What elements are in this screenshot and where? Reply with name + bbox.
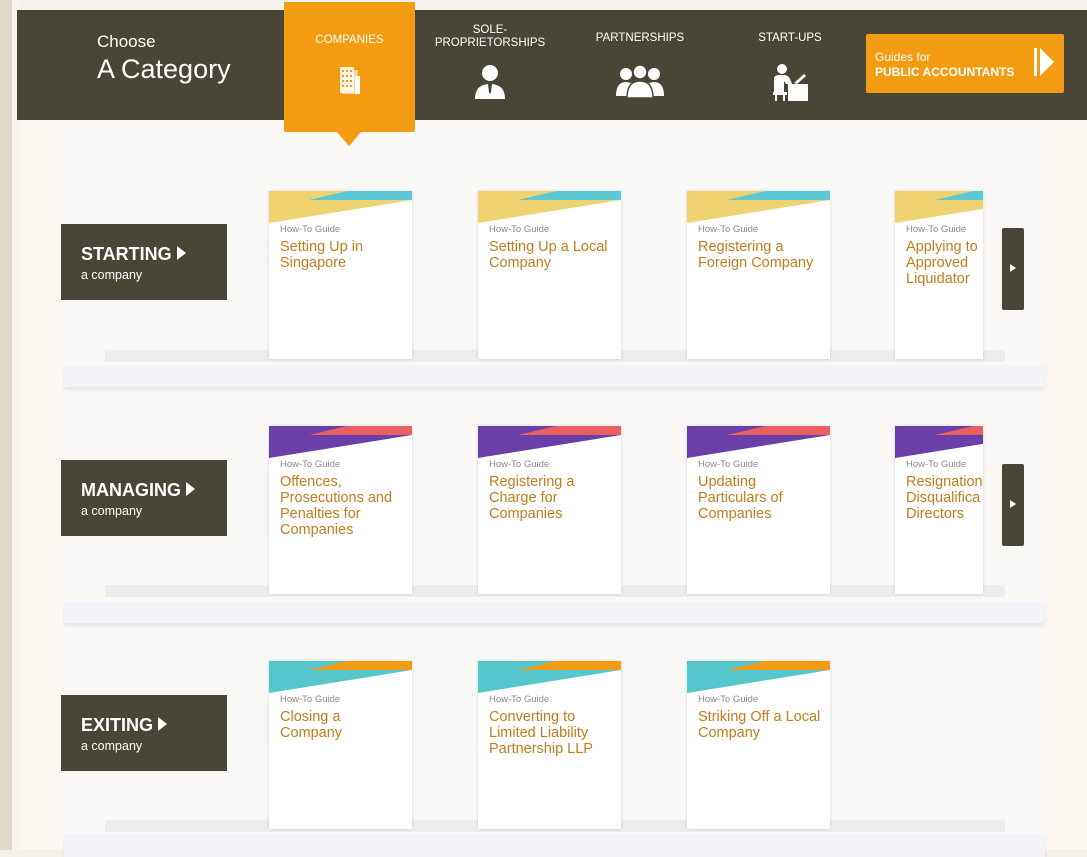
guide-card[interactable]: How-To Guide Setting Up a Local Company xyxy=(478,191,621,359)
play-triangle-icon xyxy=(186,482,195,496)
play-triangle-icon xyxy=(176,246,186,260)
tab-sole-proprietorships[interactable]: SOLE- PROPRIETORSHIPS xyxy=(415,10,565,120)
guide-title: Striking Off a Local Company xyxy=(698,709,821,741)
group-icon xyxy=(616,64,664,105)
pa-button-small-text: Guides for xyxy=(875,50,931,64)
guide-title: Applying to Approved Liquidator xyxy=(906,239,978,287)
tab-start-ups-label: START-UPS xyxy=(758,32,822,44)
shelf-2 xyxy=(64,601,1045,623)
guide-kind: How-To Guide xyxy=(489,459,550,470)
category-header: Choose A Category COMPANIES SOLE- PROPRI… xyxy=(17,2,1087,146)
guide-card[interactable]: How-To Guide Applying to Approved Liquid… xyxy=(895,191,983,359)
tab-start-ups[interactable]: START-UPS xyxy=(715,10,865,120)
card-cap xyxy=(269,191,412,223)
guide-kind: How-To Guide xyxy=(280,224,341,235)
card-cap xyxy=(687,426,830,458)
guide-card[interactable]: How-To Guide Updating Particulars of Com… xyxy=(687,426,830,594)
guide-title: Setting Up a Local Company xyxy=(489,239,608,271)
card-cap xyxy=(895,426,983,458)
guide-title: Converting to Limited Liability Partners… xyxy=(489,709,593,757)
card-cap xyxy=(687,661,830,693)
card-cap xyxy=(269,426,412,458)
tab-sole-proprietorships-label: SOLE- PROPRIETORSHIPS xyxy=(434,24,546,49)
row-exiting-title: EXITING xyxy=(81,715,168,736)
row-starting-next-button[interactable] xyxy=(1002,228,1024,310)
guide-kind: How-To Guide xyxy=(280,459,341,470)
row-starting-button[interactable]: STARTING a company xyxy=(61,224,227,300)
choose-category-heading: Choose A Category xyxy=(97,32,231,85)
guide-kind: How-To Guide xyxy=(906,459,967,470)
row-managing-button[interactable]: MANAGING a company xyxy=(61,460,227,536)
guide-kind: How-To Guide xyxy=(698,224,759,235)
guide-card[interactable]: How-To Guide Converting to Limited Liabi… xyxy=(478,661,621,829)
guide-kind: How-To Guide xyxy=(906,224,967,235)
desk-worker-icon xyxy=(770,62,810,107)
page-top-strip xyxy=(20,0,1087,10)
guide-card[interactable]: How-To Guide Offences, Prosecutions and … xyxy=(269,426,412,594)
shelf-1 xyxy=(64,365,1045,387)
card-cap xyxy=(478,426,621,458)
card-cap xyxy=(478,661,621,693)
public-accountants-guides-button[interactable]: Guides for PUBLIC ACCOUNTANTS xyxy=(866,34,1064,93)
guide-kind: How-To Guide xyxy=(489,694,550,705)
next-arrow-icon xyxy=(1010,264,1016,272)
row-starting-title: STARTING xyxy=(81,244,186,265)
guide-title: Registering a Foreign Company xyxy=(698,239,814,271)
row-managing-next-button[interactable] xyxy=(1002,464,1024,546)
guide-kind: How-To Guide xyxy=(698,694,759,705)
tab-companies[interactable]: COMPANIES xyxy=(284,2,415,146)
shelf-3 xyxy=(64,835,1045,857)
card-cap xyxy=(687,191,830,223)
person-icon xyxy=(473,64,507,105)
row-managing-title: MANAGING xyxy=(81,480,195,501)
guide-title: Resignation Disqualifica Directors xyxy=(906,474,983,522)
guide-title: Offences, Prosecutions and Penalties for… xyxy=(280,474,393,538)
card-cap xyxy=(269,661,412,693)
pa-button-big-text: PUBLIC ACCOUNTANTS xyxy=(875,65,1015,79)
row-exiting-subtitle: a company xyxy=(81,739,143,753)
guide-kind: How-To Guide xyxy=(280,694,341,705)
tab-partnerships[interactable]: PARTNERSHIPS xyxy=(565,10,715,120)
row-exiting-button[interactable]: EXITING a company xyxy=(61,695,227,771)
card-cap xyxy=(895,191,983,223)
guide-card[interactable]: How-To Guide Closing a Company xyxy=(269,661,412,829)
building-icon xyxy=(338,66,362,101)
page-left-border-inner xyxy=(12,0,20,850)
guide-title: Setting Up in Singapore xyxy=(280,239,364,271)
next-arrow-icon xyxy=(1010,500,1016,508)
guide-card[interactable]: How-To Guide Striking Off a Local Compan… xyxy=(687,661,830,829)
guide-card[interactable]: How-To Guide Setting Up in Singapore xyxy=(269,191,412,359)
tab-companies-label: COMPANIES xyxy=(315,34,384,46)
guide-card[interactable]: How-To Guide Registering a Charge for Co… xyxy=(478,426,621,594)
guide-kind: How-To Guide xyxy=(698,459,759,470)
tab-partnerships-label: PARTNERSHIPS xyxy=(595,32,685,44)
row-managing-subtitle: a company xyxy=(81,504,143,518)
shelf-side-right xyxy=(1045,120,1087,850)
guide-card[interactable]: How-To Guide Resignation Disqualifica Di… xyxy=(895,426,983,594)
card-cap xyxy=(478,191,621,223)
active-tab-pointer xyxy=(337,132,361,146)
play-triangle-icon xyxy=(158,717,168,731)
play-arrow-icon xyxy=(1034,48,1054,81)
choose-line1: Choose xyxy=(97,32,156,51)
guide-card[interactable]: How-To Guide Registering a Foreign Compa… xyxy=(687,191,830,359)
guide-title: Registering a Charge for Companies xyxy=(489,474,575,522)
page-left-border xyxy=(0,0,12,850)
guide-title: Updating Particulars of Companies xyxy=(698,474,783,522)
guide-kind: How-To Guide xyxy=(489,224,550,235)
choose-line2: A Category xyxy=(97,54,231,84)
row-starting-subtitle: a company xyxy=(81,268,143,282)
guide-title: Closing a Company xyxy=(280,709,343,741)
